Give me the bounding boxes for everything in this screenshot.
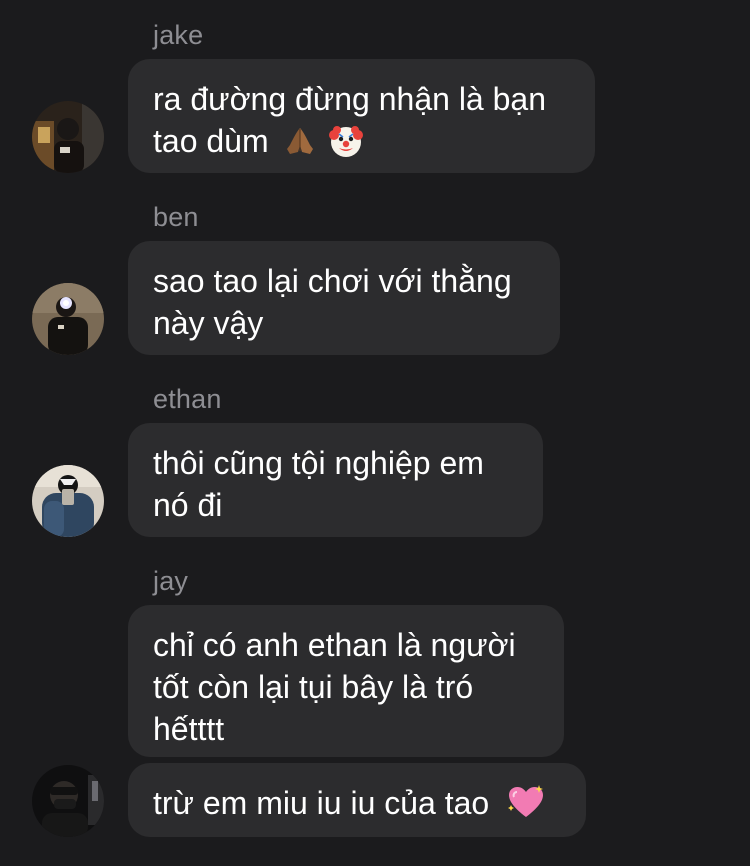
message-bubble[interactable]: trừ em miu iu iu của tao — [128, 763, 586, 837]
avatar-photo — [32, 765, 104, 837]
sparkling-heart-emoji — [508, 785, 544, 817]
sender-name: ethan — [153, 384, 222, 414]
avatar-photo — [32, 283, 104, 355]
message-text-line: nó đi — [153, 487, 223, 523]
message-bubble[interactable]: chỉ có anh ethan là người tốt còn lại tụ… — [128, 605, 564, 757]
message-text: tao dùm — [153, 123, 269, 159]
sender-name: ben — [153, 202, 199, 232]
chat-screen: { "messages": [ { "sender": "jake", "lin… — [0, 0, 750, 866]
message-text-line: tốt còn lại tụi bây là tró — [153, 669, 474, 705]
avatar[interactable] — [32, 283, 104, 355]
message-text-line: trừ em miu iu iu của tao — [153, 782, 562, 824]
avatar[interactable] — [32, 101, 104, 173]
clown-face-emoji — [329, 126, 364, 157]
avatar-photo — [32, 101, 104, 173]
message-text-line: sao tao lại chơi với thằng — [153, 263, 512, 299]
folded-hands-emoji — [286, 128, 313, 154]
message-bubble[interactable]: ra đường đừng nhận là bạn tao dùm — [128, 59, 595, 173]
sender-name: jay — [153, 566, 189, 596]
avatar[interactable] — [32, 465, 104, 537]
sender-name: jake — [153, 20, 204, 50]
avatar[interactable] — [32, 765, 104, 837]
message-text-line: hếtttt — [153, 711, 225, 747]
message-text-line: này vậy — [153, 305, 264, 341]
message-text-line: chỉ có anh ethan là người — [153, 627, 516, 663]
avatar-photo — [32, 465, 104, 537]
message-bubble[interactable]: thôi cũng tội nghiệp em nó đi — [128, 423, 543, 537]
message-text-line: tao dùm — [153, 120, 571, 162]
message-text: trừ em miu iu iu của tao — [153, 785, 490, 821]
message-text-line: thôi cũng tội nghiệp em — [153, 445, 484, 481]
message-text-line: ra đường đừng nhận là bạn — [153, 81, 546, 117]
message-bubble[interactable]: sao tao lại chơi với thằng này vậy — [128, 241, 560, 355]
